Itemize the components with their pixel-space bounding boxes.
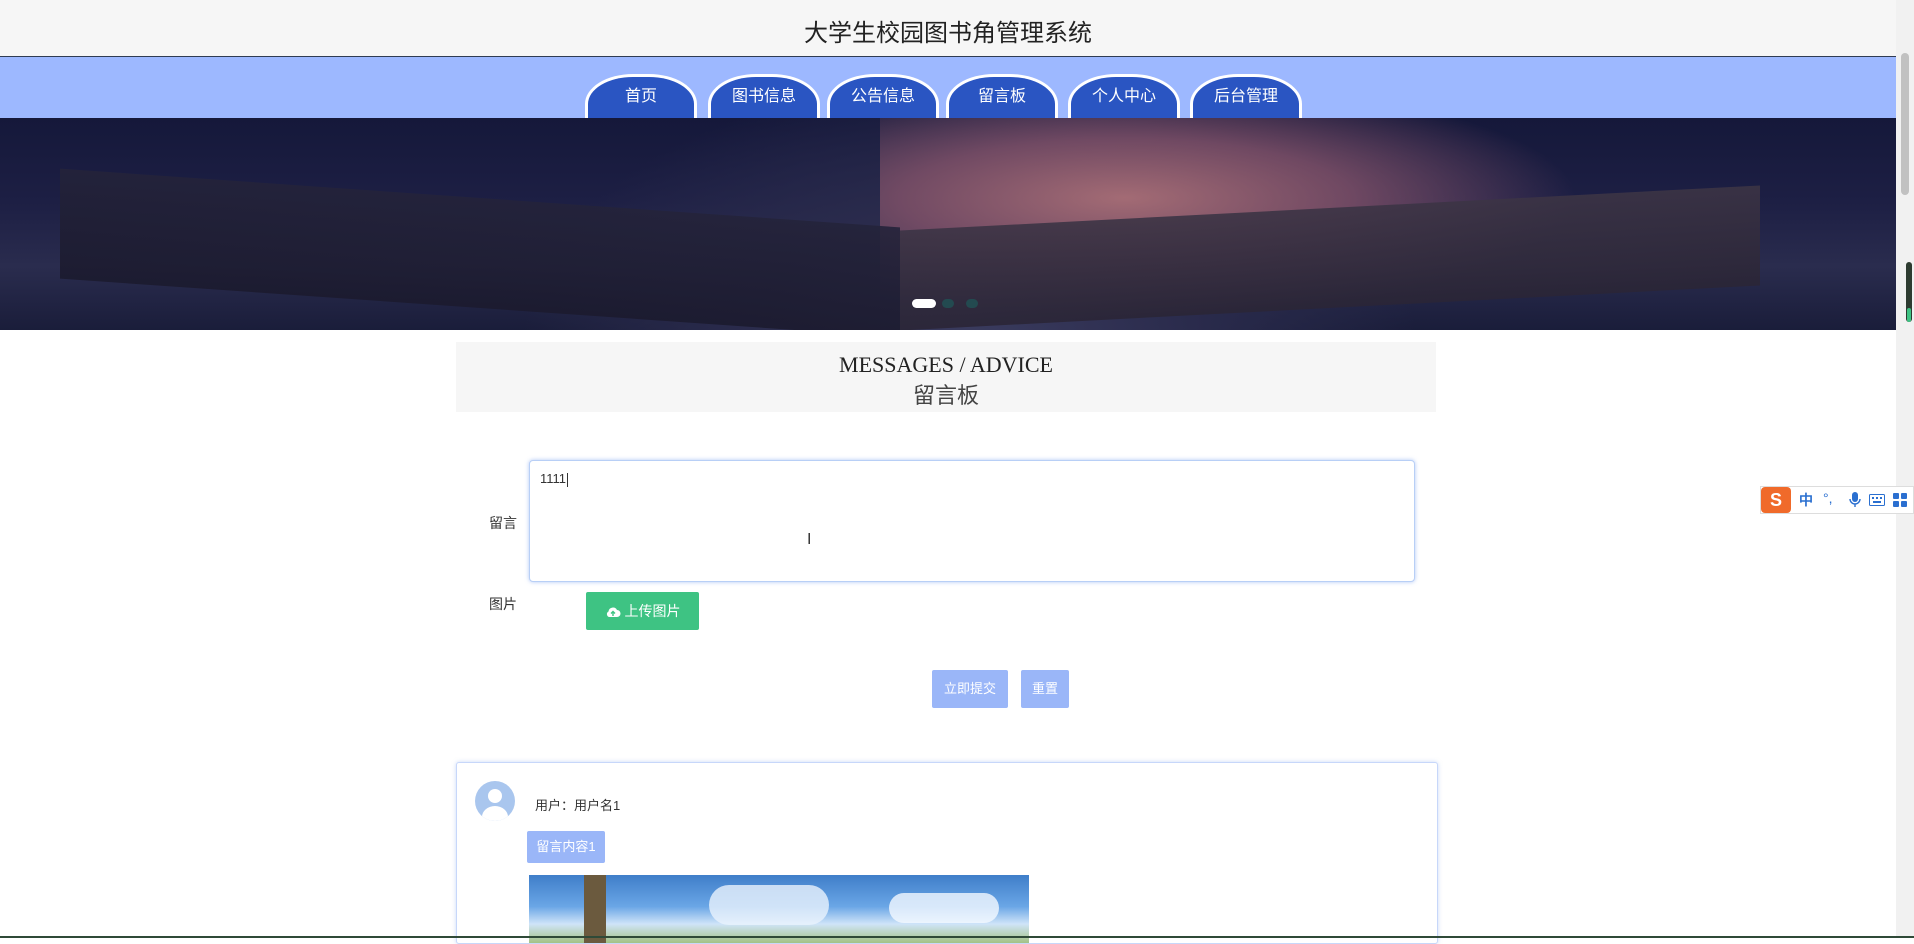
carousel-dot-3[interactable] [966,299,978,308]
message-user: 用户：用户名1 [535,798,621,813]
side-scroll-indicator-green [1907,308,1911,322]
nav-tab-notices[interactable]: 公告信息 [827,74,939,118]
cloud-upload-icon [606,607,620,617]
message-content: 留言内容1 [527,831,605,863]
reset-button[interactable]: 重置 [1021,670,1069,708]
nav-tab-messages[interactable]: 留言板 [946,74,1058,118]
keyboard-icon[interactable] [1869,493,1885,507]
ime-mode[interactable]: 中 [1799,490,1813,510]
message-label: 留言 [489,515,517,531]
section-title-en: MESSAGES / ADVICE [839,352,1053,377]
ibeam-cursor-icon: I [807,531,812,548]
main-nav: 首页 图书信息 公告信息 留言板 个人中心 后台管理 [0,57,1896,118]
upload-image-button[interactable]: 上传图片 [586,592,699,630]
microphone-icon[interactable] [1849,492,1861,508]
section-heading: MESSAGES / ADVICE 留言板 [456,342,1436,412]
nav-tab-books[interactable]: 图书信息 [708,74,820,118]
ime-toolbar[interactable]: S 中 °, [1760,486,1914,514]
ime-punct[interactable]: °, [1823,490,1833,506]
page-scrollbar[interactable] [1896,0,1914,938]
grid-icon[interactable] [1893,493,1907,507]
image-label: 图片 [489,596,517,612]
section-title-zh: 留言板 [912,383,979,408]
message-card: 用户：用户名1 留言内容1 [456,762,1438,944]
avatar [475,781,515,821]
upload-label: 上传图片 [624,603,681,619]
scrollbar-thumb[interactable] [1901,53,1909,195]
site-title: 大学生校园图书角管理系统 [804,20,1092,47]
nav-tab-profile[interactable]: 个人中心 [1068,74,1180,118]
message-textarea[interactable]: 1111 [529,460,1415,582]
sogou-logo-icon: S [1761,487,1791,513]
text-caret [567,472,569,487]
submit-button[interactable]: 立即提交 [932,670,1008,708]
nav-tab-admin[interactable]: 后台管理 [1190,74,1302,118]
message-text: 1111 [540,471,567,486]
carousel-dot-1[interactable] [912,299,936,308]
message-image [529,875,1029,943]
carousel-dot-2[interactable] [942,299,954,308]
top-header: 大学生校园图书角管理系统 [0,0,1896,57]
nav-tab-home[interactable]: 首页 [585,74,697,118]
